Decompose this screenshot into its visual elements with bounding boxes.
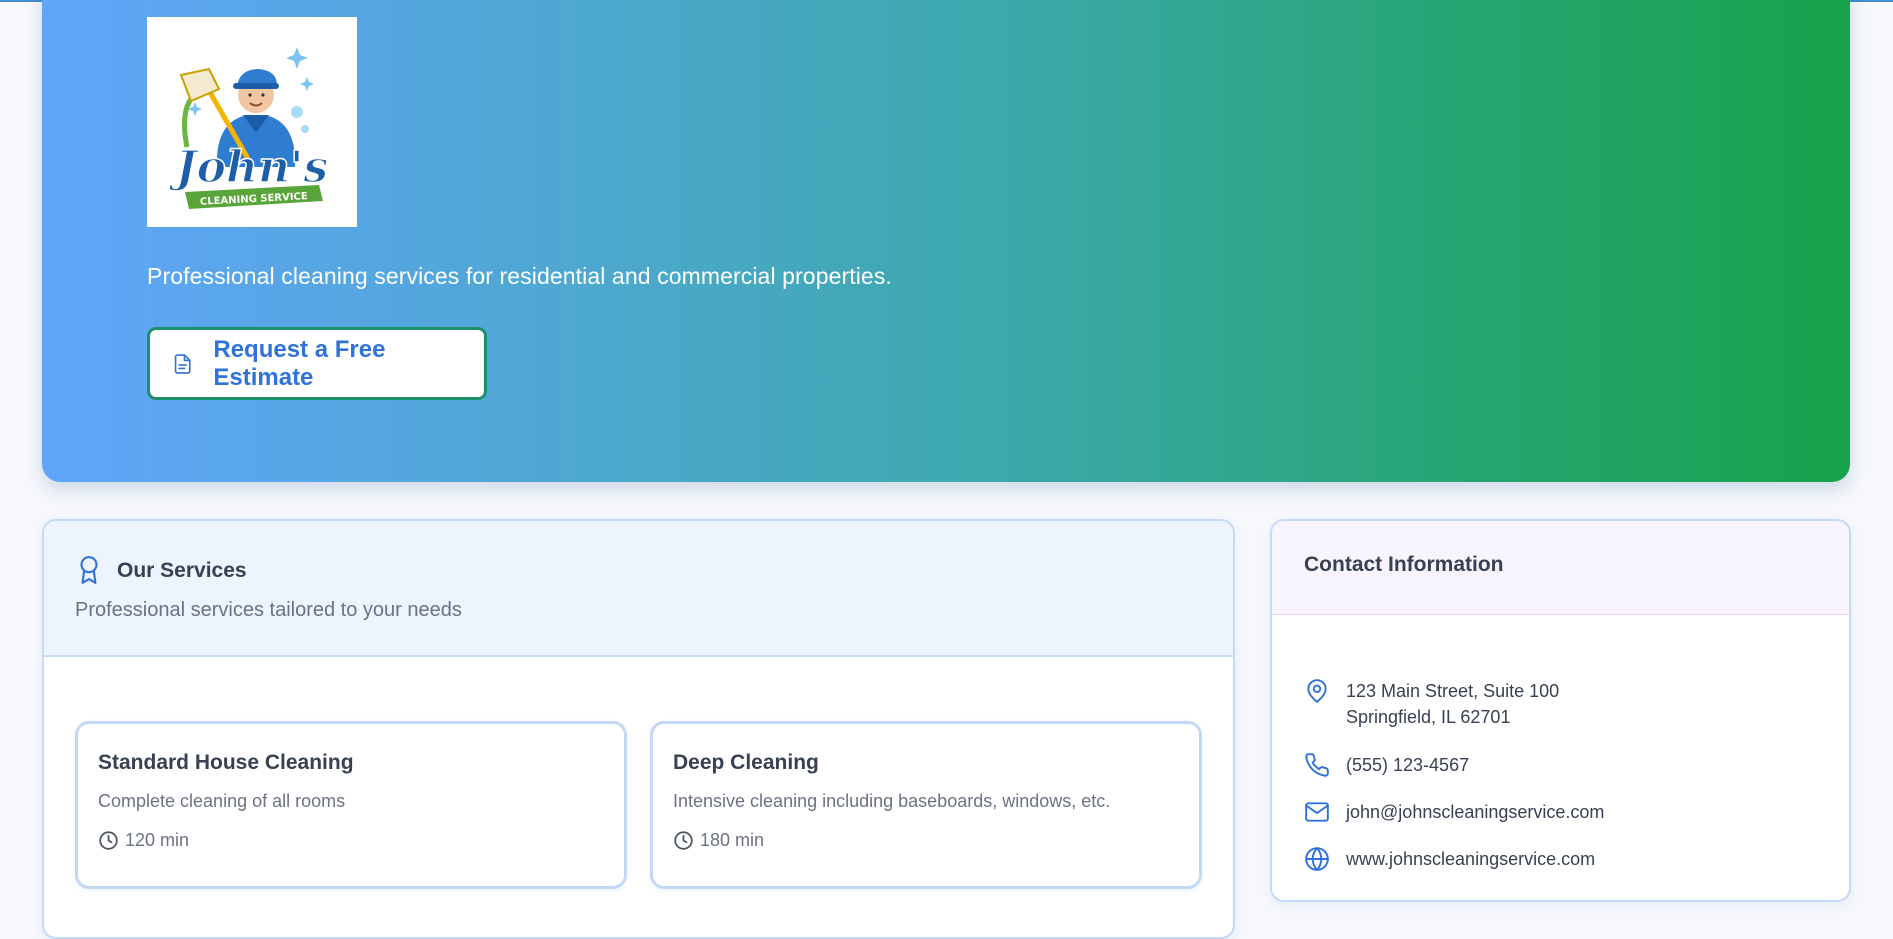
map-pin-icon: [1307, 679, 1327, 703]
service-card-deep-cleaning[interactable]: Deep Cleaning Intensive cleaning includi…: [650, 721, 1202, 889]
service-card-standard-house-cleaning[interactable]: Standard House Cleaning Complete cleanin…: [75, 721, 627, 889]
phone-icon: [1305, 753, 1329, 777]
cleaner-mascot-logo: John's CLEANING SERVICE: [168, 47, 329, 209]
service-description: Intensive cleaning including baseboards,…: [673, 791, 1111, 811]
contact-email[interactable]: john@johnscleaningservice.com: [1304, 799, 1604, 825]
services-subtitle: Professional services tailored to your n…: [75, 599, 462, 621]
clock-icon: [99, 831, 118, 850]
address-line-2: Springfield, IL 62701: [1346, 707, 1511, 727]
contact-header: Contact Information: [1272, 521, 1849, 615]
email-value: john@johnscleaningservice.com: [1346, 802, 1605, 822]
contact-address: 123 Main Street, Suite 100 Springfield, …: [1304, 678, 1559, 730]
clock-icon: [674, 831, 693, 850]
contact-title: Contact Information: [1304, 553, 1504, 576]
contact-website[interactable]: www.johnscleaningservice.com: [1304, 846, 1595, 872]
service-duration: 120 min: [98, 830, 189, 851]
document-icon: [174, 353, 191, 374]
services-title: Our Services: [117, 559, 247, 582]
contact-card: Contact Information 123 Main Street, Sui…: [1270, 519, 1851, 902]
services-card: Our Services Professional services tailo…: [42, 519, 1235, 939]
award-icon: [80, 556, 98, 584]
service-name: Standard House Cleaning: [98, 751, 354, 774]
service-duration-value: 180 min: [700, 830, 765, 850]
services-header: Our Services Professional services tailo…: [44, 521, 1233, 657]
phone-value: (555) 123-4567: [1346, 755, 1470, 775]
service-name: Deep Cleaning: [673, 751, 819, 774]
contact-phone[interactable]: (555) 123-4567: [1304, 752, 1469, 778]
service-duration-value: 120 min: [125, 830, 190, 850]
request-estimate-button[interactable]: Request a Free Estimate: [147, 327, 487, 400]
service-description: Complete cleaning of all rooms: [98, 791, 346, 811]
globe-icon: [1305, 847, 1329, 871]
svg-text:John's: John's: [169, 142, 328, 193]
company-logo: John's CLEANING SERVICE: [147, 17, 357, 227]
hero-tagline: Professional cleaning services for resid…: [147, 263, 892, 289]
request-estimate-label: Request a Free Estimate: [213, 335, 386, 391]
website-value: www.johnscleaningservice.com: [1346, 849, 1596, 869]
mail-icon: [1305, 802, 1329, 822]
hero-banner: John's CLEANING SERVICE Professional cle…: [42, 0, 1850, 482]
address-line-1: 123 Main Street, Suite 100: [1346, 681, 1560, 701]
service-duration: 180 min: [673, 830, 764, 851]
